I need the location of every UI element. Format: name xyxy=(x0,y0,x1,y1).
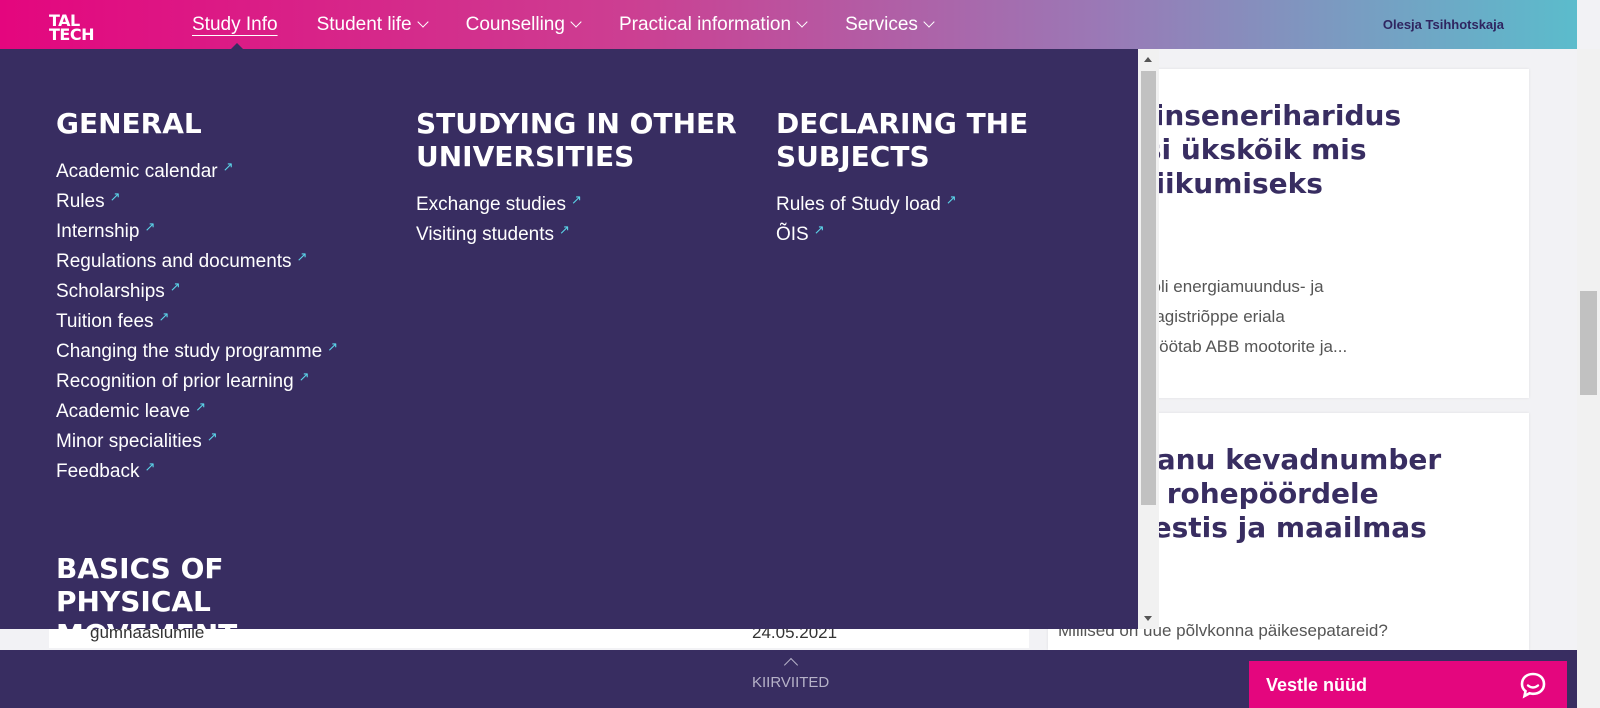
quick-links-label: KIIRVIITED xyxy=(752,674,830,691)
menu-link[interactable]: Recognition of prior learning ↗ xyxy=(56,367,310,397)
menu-column-general: GENERAL Academic calendar ↗ Rules ↗ Internsh… xyxy=(56,107,386,487)
nav-counselling[interactable]: Counselling xyxy=(466,0,582,49)
menu-link[interactable]: ÕIS ↗ xyxy=(776,220,825,250)
menu-column-studying-other: STUDYING IN OTHER UNIVERSITIES Exchange … xyxy=(416,107,746,250)
external-link-icon: ↗ xyxy=(945,192,957,207)
menu-item: Changing the study programme ↗ xyxy=(56,337,386,367)
nav-services[interactable]: Services xyxy=(845,0,935,49)
menu-link[interactable]: Academic leave ↗ xyxy=(56,397,206,427)
dropdown-scrollbar[interactable] xyxy=(1138,49,1159,629)
external-link-icon: ↗ xyxy=(206,429,218,444)
menu-link[interactable]: Scholarships ↗ xyxy=(56,277,181,307)
menu-link-label: Feedback xyxy=(56,461,140,482)
page-scrollbar[interactable] xyxy=(1577,49,1600,708)
menu-link[interactable]: Internship ↗ xyxy=(56,217,155,247)
menu-link[interactable]: Tuition fees ↗ xyxy=(56,307,169,337)
external-link-icon: ↗ xyxy=(298,369,310,384)
menu-link-label: Exchange studies xyxy=(416,194,566,215)
external-link-icon: ↗ xyxy=(559,222,570,237)
menu-item: Rules of Study load ↗ xyxy=(776,190,1106,220)
external-link-icon: ↗ xyxy=(813,222,825,237)
chat-label: Vestle nüüd xyxy=(1266,675,1368,695)
menu-column-basics: BASICS OF PHYSICAL MOVEMENT xyxy=(56,552,316,629)
external-link-icon: ↗ xyxy=(222,159,234,174)
chat-button[interactable]: Vestle nüüd xyxy=(1249,661,1567,708)
menu-item: Visiting students ↗ xyxy=(416,220,746,250)
menu-link-label: Changing the study programme xyxy=(56,341,323,362)
dropdown-scrollbar-thumb[interactable] xyxy=(1141,71,1156,505)
external-link-icon: ↗ xyxy=(195,399,207,414)
menu-link-label: ÕIS xyxy=(776,224,809,245)
menu-item: Tuition fees ↗ xyxy=(56,307,386,337)
menu-item: Recognition of prior learning ↗ xyxy=(56,367,386,397)
nav-student-life[interactable]: Student life xyxy=(317,0,429,49)
chevron-down-icon xyxy=(570,16,582,28)
menu-item: Academic leave ↗ xyxy=(56,397,386,427)
menu-item: Regulations and documents ↗ xyxy=(56,247,386,277)
external-link-icon: ↗ xyxy=(571,192,582,207)
menu-link[interactable]: Rules of Study load ↗ xyxy=(776,190,957,220)
menu-link-label: Recognition of prior learning xyxy=(56,371,294,392)
menu-link[interactable]: Exchange studies ↗ xyxy=(416,190,582,220)
external-link-icon: ↗ xyxy=(158,309,170,324)
menu-heading: STUDYING IN OTHER UNIVERSITIES xyxy=(416,107,737,173)
menu-item: Scholarships ↗ xyxy=(56,277,386,307)
menu-heading: BASICS OF PHYSICAL MOVEMENT xyxy=(56,552,237,629)
chevron-down-icon xyxy=(796,16,808,28)
scroll-down-arrow-icon[interactable] xyxy=(1144,616,1152,621)
menu-item: Feedback ↗ xyxy=(56,457,386,487)
external-link-icon: ↗ xyxy=(169,279,181,294)
menu-link[interactable]: Changing the study programme ↗ xyxy=(56,337,338,367)
menu-item: Internship ↗ xyxy=(56,217,386,247)
menu-link-label: Minor specialities xyxy=(56,431,202,452)
external-link-icon: ↗ xyxy=(296,249,308,264)
external-link-icon: ↗ xyxy=(109,189,121,204)
menu-link[interactable]: Regulations and documents ↗ xyxy=(56,247,307,277)
menu-links: Academic calendar ↗ Rules ↗ Internship ↗ Regul… xyxy=(56,157,386,487)
study-info-dropdown: GENERAL Academic calendar ↗ Rules ↗ Internsh… xyxy=(0,49,1138,629)
menu-link-label: Rules xyxy=(56,191,105,212)
menu-column-declaring: DECLARING THE SUBJECTS Rules of Study lo… xyxy=(776,107,1106,250)
menu-heading: DECLARING THE SUBJECTS xyxy=(776,107,1029,173)
scroll-up-arrow-icon[interactable] xyxy=(1144,57,1152,62)
menu-link[interactable]: Academic calendar ↗ xyxy=(56,157,234,187)
menu-link-label: Scholarships xyxy=(56,281,165,302)
external-link-icon: ↗ xyxy=(144,459,156,474)
menu-link-label: Academic leave xyxy=(56,401,191,422)
external-link-icon: ↗ xyxy=(327,339,339,354)
menu-link[interactable]: Rules ↗ xyxy=(56,187,120,217)
menu-item: Exchange studies ↗ xyxy=(416,190,746,220)
menu-link-label: Visiting students xyxy=(416,224,555,245)
chevron-up-icon xyxy=(783,657,798,673)
menu-link[interactable]: Minor specialities ↗ xyxy=(56,427,218,457)
menu-link-label: Academic calendar xyxy=(56,161,218,182)
nav-practical-information[interactable]: Practical information xyxy=(619,0,808,49)
top-navigation-bar: TAL TECH Study Info Student life Counsel… xyxy=(0,0,1577,50)
menu-link-label: Regulations and documents xyxy=(56,251,292,272)
menu-item: ÕIS ↗ xyxy=(776,220,1106,250)
external-link-icon: ↗ xyxy=(144,219,156,234)
main-nav: Study Info Student life Counselling Prac… xyxy=(192,0,972,50)
logo-line-2: TECH xyxy=(49,25,94,44)
menu-link-label: Tuition fees xyxy=(56,311,154,332)
menu-item: Minor specialities ↗ xyxy=(56,427,386,457)
menu-link[interactable]: Visiting students ↗ xyxy=(416,220,570,250)
taltech-logo[interactable]: TAL TECH xyxy=(49,13,101,44)
menu-link-label: Internship xyxy=(56,221,140,242)
quick-links-toggle[interactable]: KIIRVIITED xyxy=(752,657,830,691)
nav-study-info[interactable]: Study Info xyxy=(192,0,278,50)
chat-bubble-icon xyxy=(1520,672,1546,699)
menu-item: Academic calendar ↗ xyxy=(56,157,386,187)
chevron-down-icon xyxy=(416,16,429,28)
menu-links: Exchange studies ↗ Visiting students ↗ xyxy=(416,190,746,250)
menu-link-label: Rules of Study load xyxy=(776,194,941,215)
menu-item: Rules ↗ xyxy=(56,187,386,217)
user-name[interactable]: Olesja Tsihhotskaja xyxy=(1383,17,1504,32)
menu-heading: GENERAL xyxy=(56,107,202,140)
chevron-down-icon xyxy=(923,16,935,28)
menu-links: Rules of Study load ↗ ÕIS ↗ xyxy=(776,190,1106,250)
menu-link[interactable]: Feedback ↗ xyxy=(56,457,155,487)
page-scrollbar-thumb[interactable] xyxy=(1580,291,1597,395)
